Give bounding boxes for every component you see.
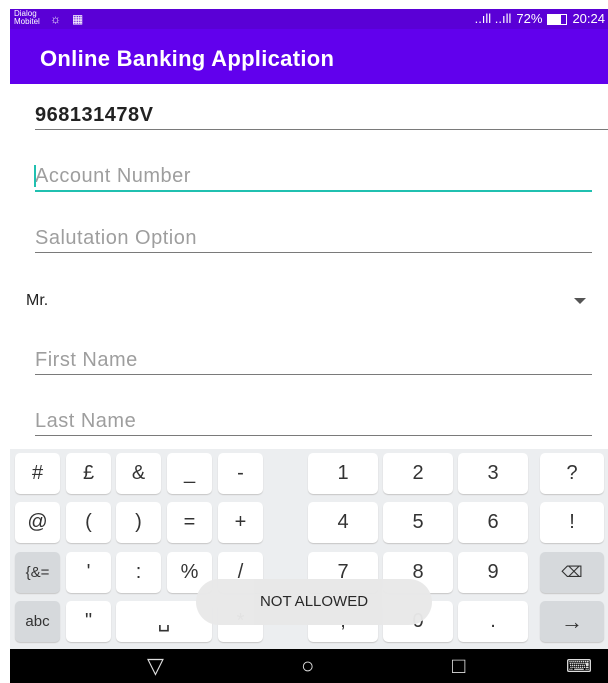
enter-arrow-icon[interactable]: → <box>540 601 604 642</box>
key-exclamation[interactable]: ! <box>540 502 604 543</box>
account-number-placeholder: Account Number <box>35 165 191 187</box>
carrier-line2: Mobitel <box>14 17 40 26</box>
key-1[interactable]: 1 <box>308 453 378 494</box>
key-3[interactable]: 3 <box>458 453 528 494</box>
key-at[interactable]: @ <box>15 502 60 543</box>
key-ampersand[interactable]: & <box>116 453 161 494</box>
key-apostrophe[interactable]: ' <box>66 552 111 593</box>
salutation-placeholder: Salutation Option <box>35 227 197 249</box>
battery-percent: 72% <box>516 11 543 26</box>
whatsapp-icon: ☼ <box>50 12 61 26</box>
dropdown-arrow-icon[interactable] <box>574 298 586 304</box>
key-colon[interactable]: : <box>116 552 161 593</box>
clock: 20:24 <box>572 11 605 26</box>
back-icon[interactable]: ▽ <box>147 653 164 679</box>
nic-field[interactable]: 968131478V <box>35 101 608 130</box>
battery-icon <box>547 13 568 25</box>
key-symbols-toggle[interactable]: {&= <box>15 552 60 593</box>
last-name-field[interactable]: Last Name <box>35 407 592 436</box>
key-equals[interactable]: = <box>167 502 212 543</box>
toast-message: NOT ALLOWED <box>196 579 432 625</box>
key-2[interactable]: 2 <box>383 453 453 494</box>
key-period[interactable]: . <box>458 601 528 642</box>
account-number-field[interactable]: Account Number <box>34 162 592 192</box>
key-underscore[interactable]: _ <box>167 453 212 494</box>
key-4[interactable]: 4 <box>308 502 378 543</box>
key-open-paren[interactable]: ( <box>66 502 111 543</box>
key-plus[interactable]: + <box>218 502 263 543</box>
last-name-placeholder: Last Name <box>35 410 137 432</box>
carrier-label: Dialog Mobitel <box>14 10 40 26</box>
key-5[interactable]: 5 <box>383 502 453 543</box>
key-minus[interactable]: - <box>218 453 263 494</box>
text-cursor <box>34 165 36 187</box>
salutation-option-field[interactable]: Salutation Option <box>35 224 592 253</box>
salutation-spinner[interactable]: Mr. <box>26 290 596 312</box>
home-icon[interactable]: ○ <box>301 653 314 679</box>
keyboard-icon[interactable]: ⌨ <box>566 653 592 679</box>
status-bar: Dialog Mobitel ☼ ▦ ..ıll ..ıll 72% 20:24 <box>10 9 608 29</box>
first-name-placeholder: First Name <box>35 349 138 371</box>
app-bar: Online Banking Application <box>10 29 608 84</box>
recents-icon[interactable]: □ <box>452 653 465 679</box>
signal-icon: ..ıll ..ıll <box>474 11 512 26</box>
key-pound[interactable]: £ <box>66 453 111 494</box>
key-9[interactable]: 9 <box>458 552 528 593</box>
key-close-paren[interactable]: ) <box>116 502 161 543</box>
key-6[interactable]: 6 <box>458 502 528 543</box>
page-title: Online Banking Application <box>40 46 335 71</box>
first-name-field[interactable]: First Name <box>35 346 592 375</box>
status-right: ..ıll ..ıll 72% 20:24 <box>475 11 605 27</box>
key-abc-toggle[interactable]: abc <box>15 601 60 642</box>
salutation-selected: Mr. <box>26 292 49 309</box>
key-question[interactable]: ? <box>540 453 604 494</box>
key-hash[interactable]: # <box>15 453 60 494</box>
navigation-bar: ▽ ○ □ ⌨ <box>10 649 608 683</box>
key-double-quote[interactable]: " <box>66 601 111 642</box>
image-icon: ▦ <box>72 12 84 26</box>
backspace-icon[interactable]: ⌫ <box>540 552 604 593</box>
